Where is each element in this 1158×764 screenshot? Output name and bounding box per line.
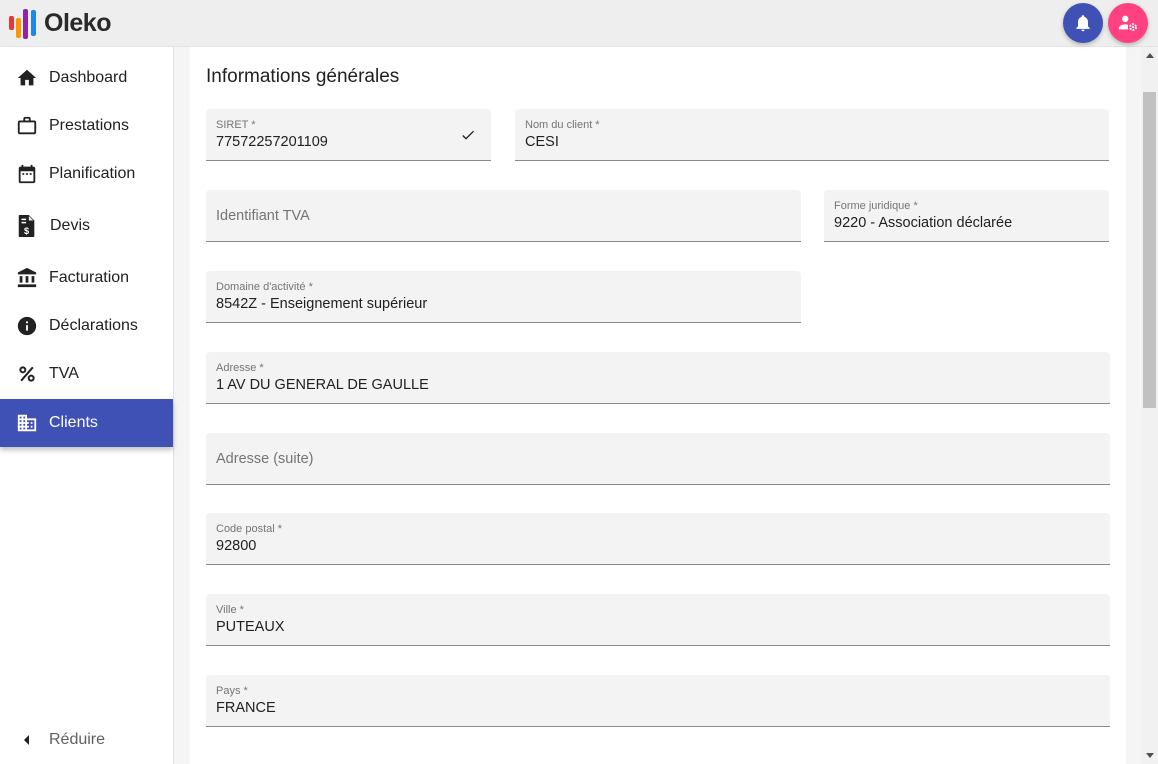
country-field[interactable]: Pays * FRANCE [206,675,1110,727]
building-icon [16,412,38,434]
client-name-value: CESI [525,134,559,150]
city-field[interactable]: Ville * PUTEAUX [206,594,1110,646]
arrow-down-icon [1145,753,1154,758]
collapse-label: Réduire [49,731,106,748]
svg-text:$: $ [24,226,29,236]
check-icon [462,130,474,140]
scroll-up-button[interactable] [1141,47,1158,64]
country-label: Pays * [216,685,248,697]
sidebar-item-declarations[interactable]: Déclarations [0,302,173,350]
notifications-button[interactable] [1063,3,1103,43]
app-name: Oleko [44,9,111,37]
sidebar-item-label: Planification [49,165,136,182]
vertical-scrollbar[interactable] [1141,47,1158,764]
sidebar-item-planification[interactable]: Planification [0,150,173,198]
sidebar-item-dashboard[interactable]: Dashboard [0,54,173,102]
siret-value: 77572257201109 [216,134,328,150]
postal-code-value: 92800 [216,538,257,554]
activity-domain-value: 8542Z - Enseignement supérieur [216,296,428,312]
sidebar-item-label: Prestations [49,117,130,134]
siret-field[interactable]: SIRET * 77572257201109 [206,109,491,161]
postal-code-field[interactable]: Code postal * 92800 [206,513,1110,565]
city-label: Ville * [216,604,244,616]
client-name-label: Nom du client * [525,119,600,131]
legal-form-label: Forme juridique * [834,200,918,212]
sidebar-item-label: Devis [50,217,91,234]
sidebar-item-label: TVA [49,365,79,382]
sidebar-item-prestations[interactable]: Prestations [0,102,173,150]
sidebar: Dashboard Prestations Planification $ De… [0,47,174,764]
calendar-icon [16,163,38,185]
legal-form-value: 9220 - Association déclarée [834,215,1013,231]
postal-code-label: Code postal * [216,523,283,535]
client-name-field[interactable]: Nom du client * CESI [515,109,1109,161]
sidebar-item-label: Déclarations [49,317,138,334]
activity-domain-select[interactable]: Domaine d'activité * 8542Z - Enseignemen… [206,271,801,323]
account-settings-button[interactable] [1108,3,1148,43]
address-value: 1 AV DU GENERAL DE GAULLE [216,377,429,393]
sidebar-item-label: Clients [49,414,98,431]
city-value: PUTEAUX [216,619,285,635]
bank-icon [16,267,38,289]
home-icon [16,67,38,89]
main-content: Informations générales SIRET * 775722572… [174,47,1141,764]
sidebar-item-tva[interactable]: TVA [0,350,173,398]
logo-bars-icon [9,9,36,39]
arrow-up-icon [1145,53,1154,58]
sidebar-item-devis[interactable]: $ Devis [0,202,173,250]
bell-icon [1076,15,1090,32]
address-label: Adresse * [216,362,264,374]
sidebar-item-label: Dashboard [49,69,128,86]
invoice-dollar-icon: $ [16,215,38,237]
caret-left-icon [24,735,29,745]
vat-id-placeholder: Identifiant TVA [216,208,310,224]
section-title: Informations générales [206,66,400,87]
scroll-down-button[interactable] [1141,747,1158,764]
address-line2-placeholder: Adresse (suite) [216,451,314,467]
vat-id-field[interactable]: Identifiant TVA [206,190,801,242]
legal-form-select[interactable]: Forme juridique * 9220 - Association déc… [824,190,1109,242]
info-icon [16,315,38,337]
siret-label: SIRET * [216,119,256,131]
briefcase-icon [16,115,38,137]
sidebar-item-clients[interactable]: Clients [0,399,173,447]
activity-domain-label: Domaine d'activité * [216,281,313,293]
sidebar-item-label: Facturation [49,269,130,286]
address-field[interactable]: Adresse * 1 AV DU GENERAL DE GAULLE [206,352,1110,404]
user-settings-icon [1118,15,1137,32]
top-app-bar: Oleko [0,0,1158,47]
country-value: FRANCE [216,700,276,716]
collapse-sidebar-button[interactable]: Réduire [0,716,173,764]
sidebar-item-facturation[interactable]: Facturation [0,254,173,302]
scrollbar-thumb[interactable] [1143,92,1156,408]
percent-icon [16,363,38,385]
app-logo[interactable]: Oleko [8,6,111,40]
address-line2-field[interactable]: Adresse (suite) [206,433,1110,485]
general-info-card: Informations générales SIRET * 775722572… [190,47,1126,764]
